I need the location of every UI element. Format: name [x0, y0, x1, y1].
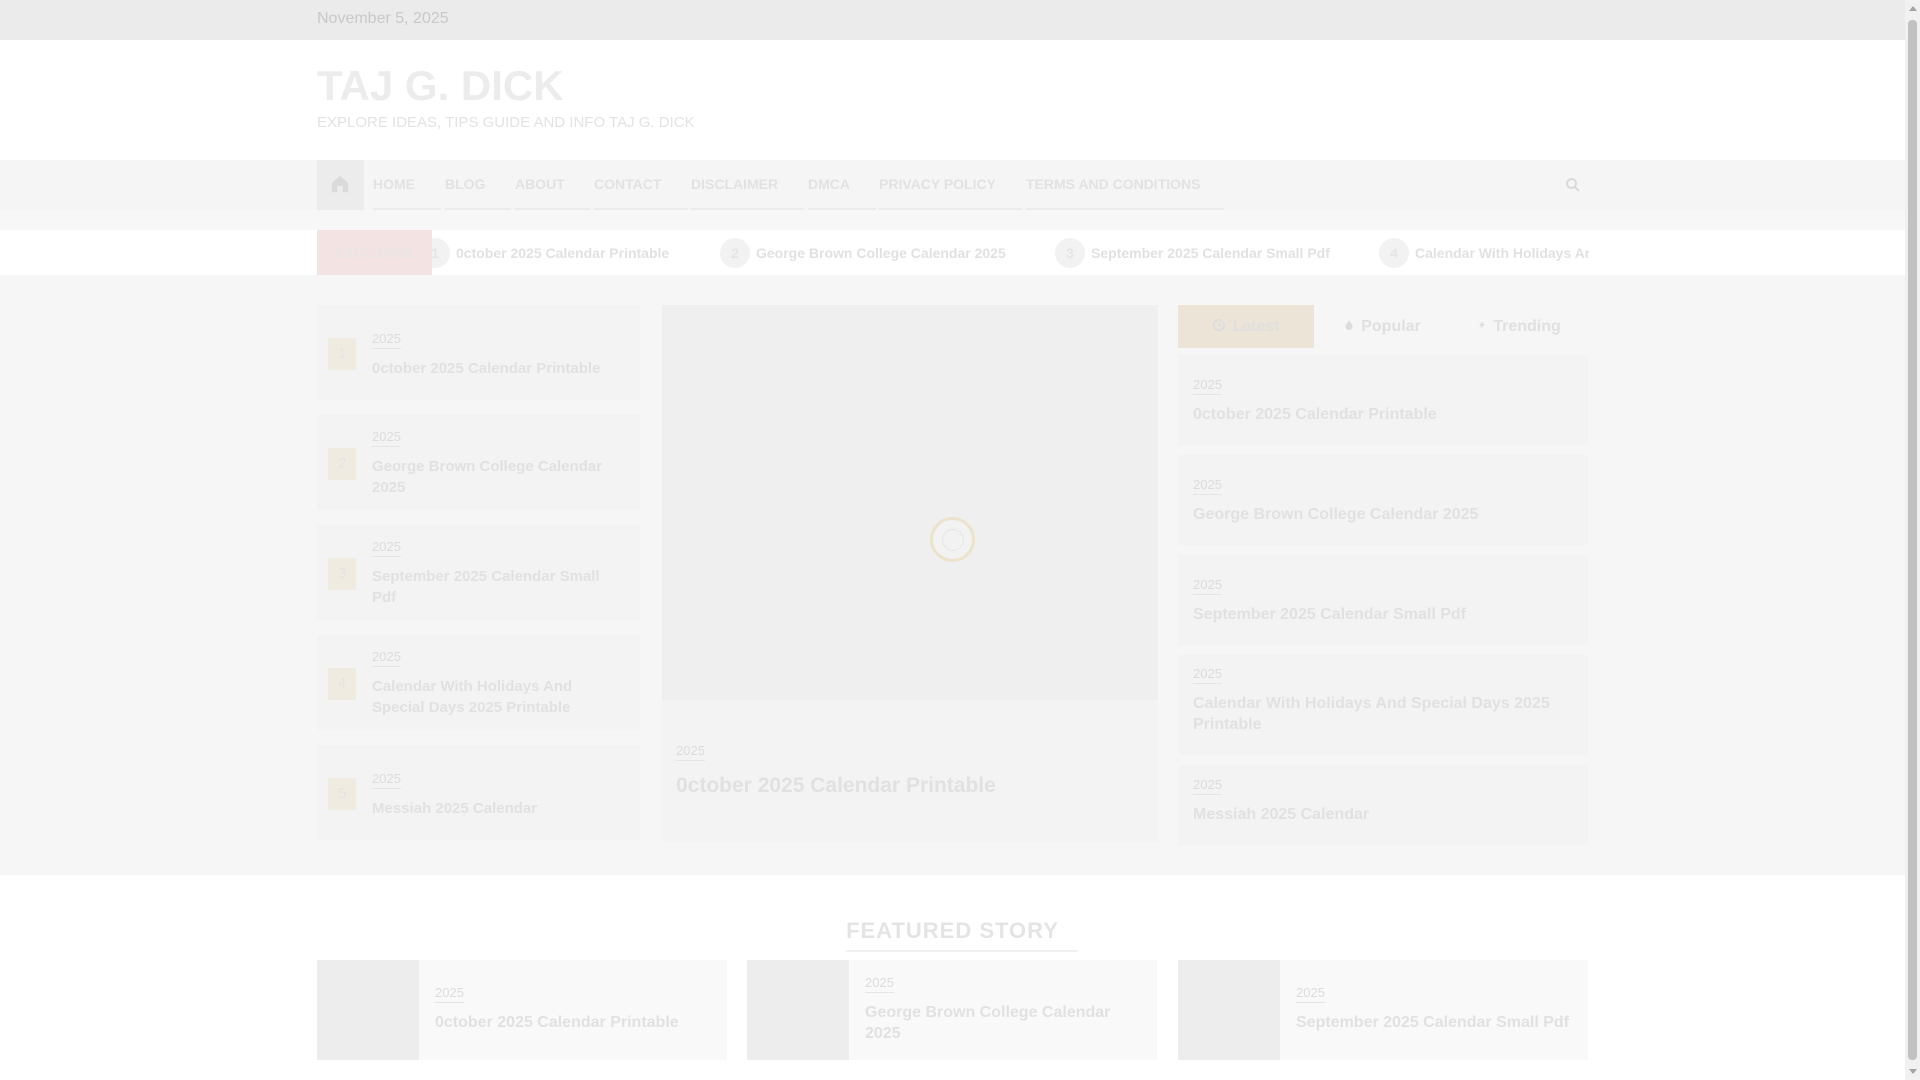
main-post-category[interactable]: 2025 [676, 743, 705, 761]
nav-blog[interactable]: BLOG [445, 160, 511, 210]
nav-contact[interactable]: CONTACT [594, 160, 688, 210]
current-date: November 5, 2025 [317, 10, 449, 27]
post-title[interactable]: September 2025 Calendar Small Pdf [372, 566, 627, 608]
category-link[interactable]: 2025 [1193, 666, 1222, 684]
category-link[interactable]: 2025 [372, 331, 401, 349]
featured-thumbnail[interactable] [317, 960, 419, 1060]
list-item[interactable]: 2025 Messiah 2025 Calendar [1178, 765, 1588, 845]
tab-latest[interactable]: Latest [1178, 305, 1314, 348]
nav-privacy-policy[interactable]: PRIVACY POLICY [879, 160, 1022, 210]
tab-trending-label: Trending [1493, 318, 1561, 335]
rank-badge: 4 [328, 668, 356, 700]
ticker-title: George Brown College Calendar 2025 [756, 244, 1006, 261]
rank-badge: 3 [328, 558, 356, 590]
tab-latest-label: Latest [1232, 318, 1280, 335]
ticker-title: Calendar With Holidays Ar [1415, 244, 1589, 261]
nav-spacer [0, 210, 1905, 230]
post-title[interactable]: George Brown College Calendar 2025 [865, 1002, 1145, 1044]
site-tagline: EXPLORE IDEAS, TIPS GUIDE AND INFO TAJ G… [317, 114, 695, 131]
nav-home[interactable]: HOME [373, 160, 441, 210]
clock-icon [1213, 319, 1226, 331]
search-button[interactable] [1564, 176, 1582, 199]
category-link[interactable]: 2025 [1296, 985, 1325, 1003]
ticker-title: September 2025 Calendar Small Pdf [1091, 244, 1330, 261]
post-title[interactable]: George Brown College Calendar 2025 [372, 456, 612, 498]
site-title[interactable]: TAJ G. DICK [317, 62, 564, 110]
list-item[interactable]: 4 2025 Calendar With Holidays And Specia… [317, 635, 640, 730]
rank-badge: 5 [328, 778, 356, 810]
post-title[interactable]: 0ctober 2025 Calendar Printable [372, 358, 627, 379]
category-link[interactable]: 2025 [435, 985, 464, 1003]
category-link[interactable]: 2025 [1193, 477, 1222, 495]
list-item[interactable]: 1 2025 0ctober 2025 Calendar Printable [317, 305, 640, 400]
post-title[interactable]: 0ctober 2025 Calendar Printable [1193, 404, 1578, 425]
ticker-item[interactable]: 1 0ctober 2025 Calendar Printable [432, 230, 669, 275]
scroll-up-arrow-icon[interactable] [1909, 6, 1917, 11]
category-link[interactable]: 2025 [372, 429, 401, 447]
featured-thumbnail[interactable] [1178, 960, 1280, 1060]
masthead [0, 40, 1905, 160]
home-icon [331, 175, 349, 193]
list-item[interactable]: 3 2025 September 2025 Calendar Small Pdf [317, 525, 640, 620]
list-item[interactable]: 2 2025 George Brown College Calendar 202… [317, 415, 640, 510]
ticker-item[interactable]: 3 September 2025 Calendar Small Pdf [1055, 230, 1330, 275]
tab-popular-label: Popular [1361, 318, 1421, 335]
featured-underline [846, 950, 1078, 952]
post-title[interactable]: Messiah 2025 Calendar [1193, 804, 1578, 825]
ticker-track: 1 0ctober 2025 Calendar Printable 2 Geor… [432, 230, 1589, 275]
post-title[interactable]: Calendar With Holidays And Special Days … [372, 676, 617, 718]
ticker-number: 1 [432, 237, 450, 268]
ticker-item[interactable]: 4 Calendar With Holidays Ar [1379, 230, 1589, 275]
tab-trending[interactable]: Trending [1450, 305, 1588, 348]
category-link[interactable]: 2025 [372, 771, 401, 789]
list-item[interactable]: 5 2025 Messiah 2025 Calendar [317, 745, 640, 840]
category-link[interactable]: 2025 [1193, 777, 1222, 795]
featured-thumbnail[interactable] [747, 960, 849, 1060]
post-title[interactable]: Messiah 2025 Calendar [372, 798, 627, 819]
ticker-number: 3 [1055, 237, 1085, 268]
post-title[interactable]: September 2025 Calendar Small Pdf [1193, 604, 1578, 625]
fire-icon [1345, 320, 1353, 330]
category-link[interactable]: 2025 [865, 975, 894, 993]
main-post-title[interactable]: 0ctober 2025 Calendar Printable [676, 773, 1146, 799]
rank-badge: 1 [328, 338, 356, 370]
top-bar: November 5, 2025 [0, 0, 1905, 40]
post-title[interactable]: September 2025 Calendar Small Pdf [1296, 1012, 1581, 1033]
ticker-item[interactable]: 2 George Brown College Calendar 2025 [720, 230, 1006, 275]
category-link[interactable]: 2025 [1193, 577, 1222, 595]
home-icon-button[interactable] [317, 160, 364, 210]
scrollbar-thumb[interactable] [1908, 20, 1917, 1060]
list-item[interactable]: 2025 0ctober 2025 Calendar Printable [1178, 355, 1588, 445]
featured-heading: FEATURED STORY [846, 918, 1059, 943]
nav-dmca[interactable]: DMCA [808, 160, 876, 210]
list-item[interactable]: 2025 September 2025 Calendar Small Pdf [1178, 555, 1588, 645]
ticker-number: 4 [1379, 237, 1409, 268]
bolt-icon [1479, 320, 1486, 330]
loading-spinner-inner [942, 529, 964, 551]
category-link[interactable]: 2025 [372, 649, 401, 667]
rank-badge: 2 [328, 448, 356, 480]
ticker-title: 0ctober 2025 Calendar Printable [456, 244, 670, 261]
post-title[interactable]: Calendar With Holidays And Special Days … [1193, 693, 1578, 735]
nav-disclaimer[interactable]: DISCLAIMER [691, 160, 804, 210]
tab-popular[interactable]: Popular [1314, 305, 1450, 348]
category-link[interactable]: 2025 [372, 539, 401, 557]
post-title[interactable]: George Brown College Calendar 2025 [1193, 504, 1578, 525]
nav-terms-and-conditions[interactable]: TERMS AND CONDITIONS [1026, 160, 1224, 210]
main-post-image[interactable] [662, 305, 1158, 700]
nav-about[interactable]: ABOUT [515, 160, 590, 210]
list-item[interactable]: 2025 George Brown College Calendar 2025 [1178, 455, 1588, 545]
list-item[interactable]: 2025 Calendar With Holidays And Special … [1178, 655, 1588, 755]
ticker-number: 2 [720, 237, 750, 268]
category-link[interactable]: 2025 [1193, 377, 1222, 395]
search-icon [1566, 178, 1580, 192]
scroll-down-arrow-icon[interactable] [1909, 1069, 1917, 1074]
ticker-label: EXCLUSIVE [317, 230, 432, 275]
post-title[interactable]: 0ctober 2025 Calendar Printable [435, 1012, 720, 1033]
